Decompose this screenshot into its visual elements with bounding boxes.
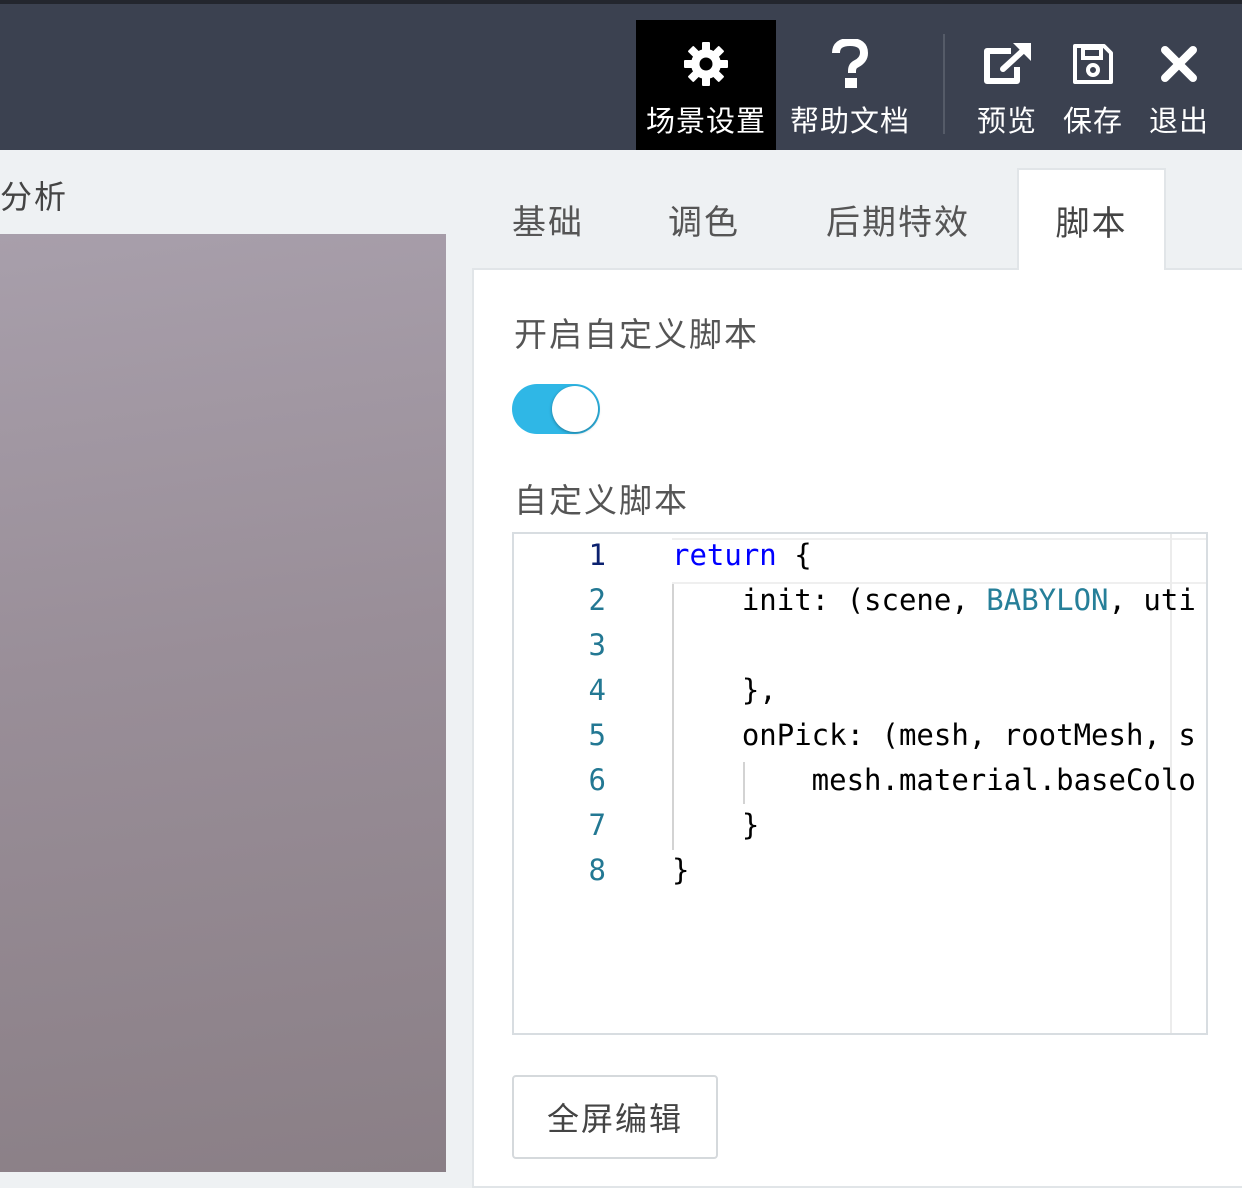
enable-script-label: 开启自定义脚本 xyxy=(514,315,759,354)
help-docs-button[interactable]: 帮助文档 xyxy=(780,20,920,150)
line-number: 7 xyxy=(588,808,606,842)
scene-viewport[interactable] xyxy=(0,234,446,1172)
line-number: 6 xyxy=(588,763,606,797)
code-line: }, xyxy=(672,673,777,707)
scene-settings-label: 场景设置 xyxy=(645,104,766,138)
line-number: 4 xyxy=(588,673,606,707)
code-line: init: (scene, BABYLON, uti xyxy=(672,583,1196,617)
gear-icon xyxy=(683,36,729,92)
tab-post-effects[interactable]: 后期特效 xyxy=(790,168,1006,270)
custom-script-label: 自定义脚本 xyxy=(514,481,689,520)
type-token: BABYLON xyxy=(986,583,1109,617)
line-number: 1 xyxy=(588,538,606,572)
save-icon xyxy=(1072,36,1114,92)
exit-label: 退出 xyxy=(1148,104,1209,138)
line-number: 3 xyxy=(588,628,606,662)
save-button[interactable]: 保存 xyxy=(1054,20,1132,150)
keyword-token: return xyxy=(672,538,777,572)
tab-basic[interactable]: 基础 xyxy=(478,168,618,270)
exit-button[interactable]: 退出 xyxy=(1140,20,1218,150)
line-number: 5 xyxy=(588,718,606,752)
question-icon xyxy=(830,36,870,92)
close-icon xyxy=(1160,36,1198,92)
external-link-icon xyxy=(981,36,1033,92)
code-token: , uti xyxy=(1108,583,1196,617)
enable-script-toggle[interactable] xyxy=(512,384,600,434)
top-toolbar: 场景设置 帮助文档 预览 保存 退出 xyxy=(0,0,1242,150)
help-docs-label: 帮助文档 xyxy=(789,104,910,138)
code-line: return { xyxy=(672,538,812,572)
code-line: } xyxy=(672,808,760,842)
code-line: } xyxy=(672,853,690,887)
save-label: 保存 xyxy=(1062,104,1123,138)
toggle-knob xyxy=(552,386,598,432)
code-line: mesh.material.baseColo xyxy=(672,763,1196,797)
preview-label: 预览 xyxy=(976,104,1037,138)
code-editor[interactable]: 1 2 3 4 5 6 7 8 return { init: (scene, B… xyxy=(512,532,1208,1035)
analysis-label: 分析 xyxy=(0,178,69,216)
tab-color-grading[interactable]: 调色 xyxy=(634,168,774,270)
scene-settings-button[interactable]: 场景设置 xyxy=(636,20,776,150)
code-line: onPick: (mesh, rootMesh, s xyxy=(672,718,1196,752)
fullscreen-edit-button[interactable]: 全屏编辑 xyxy=(512,1075,718,1159)
preview-button[interactable]: 预览 xyxy=(968,20,1046,150)
line-number: 8 xyxy=(588,853,606,887)
tab-script[interactable]: 脚本 xyxy=(1017,168,1166,270)
code-token: { xyxy=(776,538,812,572)
line-number: 2 xyxy=(588,583,606,617)
code-token: init: (scene, xyxy=(672,583,987,617)
toolbar-divider xyxy=(943,34,945,134)
